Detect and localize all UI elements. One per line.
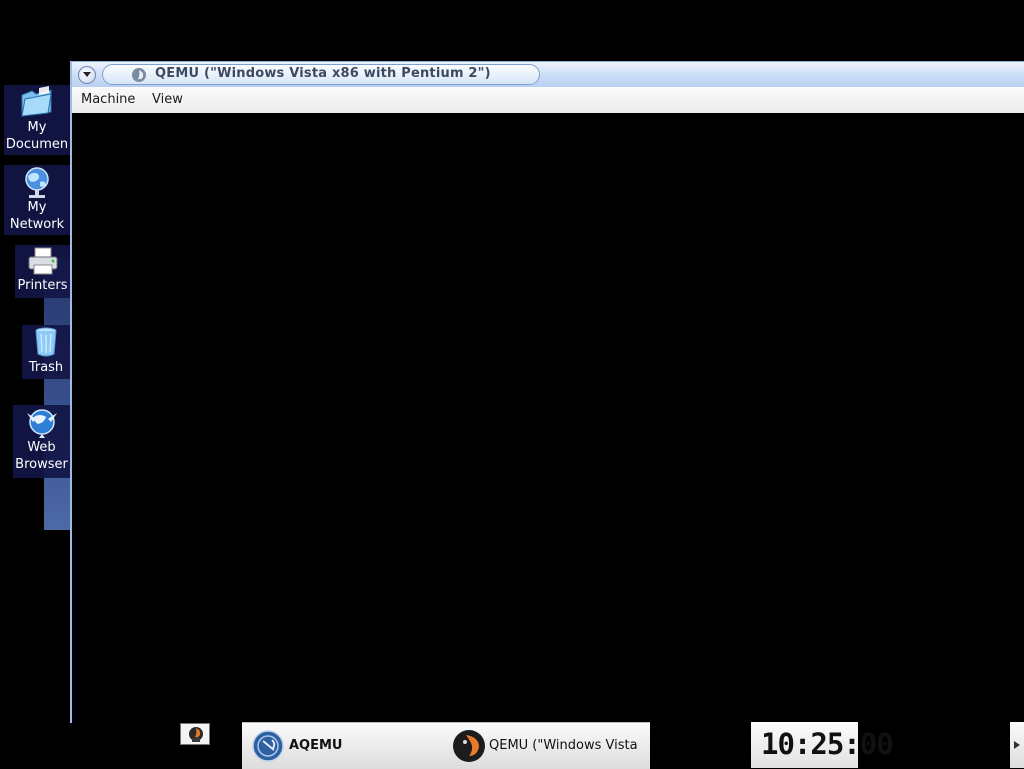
desktop-icon-label: Network: [9, 217, 65, 232]
desktop-wallpaper-strip: [44, 258, 70, 530]
desktop-icon-label: Printers: [17, 278, 68, 293]
window-title: QEMU ("Windows Vista x86 with Pentium 2"…: [155, 66, 491, 81]
desktop-icon-web-browser[interactable]: Web Browser: [13, 405, 70, 478]
aqemu-icon: [252, 730, 284, 762]
desktop-icon-label: Trash: [28, 360, 64, 375]
clock-time: 10:25:00: [761, 727, 894, 761]
chevron-right-icon: [1014, 741, 1020, 749]
desktop-icon-printers[interactable]: Printers: [15, 245, 70, 298]
trash-icon: [35, 327, 57, 357]
desktop-icon-my-documents[interactable]: My Documen: [4, 85, 70, 155]
taskbar-item-aqemu[interactable]: AQEMU: [252, 729, 442, 763]
folder-icon: [21, 86, 52, 117]
network-globe-icon: [25, 167, 49, 198]
desktop-icon-my-network[interactable]: My Network: [4, 165, 70, 235]
vm-display[interactable]: [72, 113, 1024, 723]
taskbar-item-qemu[interactable]: QEMU ("Windows Vista: [452, 729, 648, 763]
qemu-icon: [453, 730, 485, 762]
desktop-icon-label: Browser: [15, 457, 68, 472]
desktop-icon-label: Web: [27, 440, 56, 455]
desktop-icon-label: My: [27, 200, 47, 215]
qemu-icon: [132, 68, 146, 82]
window-menu-button[interactable]: [78, 66, 96, 84]
window-title-pill: QEMU ("Windows Vista x86 with Pentium 2"…: [102, 64, 540, 85]
desktop-icon-label: My: [27, 120, 47, 135]
desktop-icon-label: Documen: [5, 137, 69, 152]
desktop-icon-trash[interactable]: Trash: [22, 325, 70, 379]
qemu-window: QEMU ("Windows Vista x86 with Pentium 2"…: [70, 61, 1024, 723]
web-browser-icon: [26, 409, 57, 438]
qemu-icon: [189, 727, 203, 742]
taskbar: AQEMU QEMU ("Windows Vista: [242, 722, 650, 769]
taskbar-item-label: QEMU ("Windows Vista: [489, 738, 638, 753]
taskbar-item-label: AQEMU: [289, 738, 343, 753]
menu-machine[interactable]: Machine: [81, 92, 135, 107]
clock[interactable]: 10:25:00: [751, 722, 894, 768]
printer-icon: [28, 247, 57, 275]
menu-view[interactable]: View: [152, 92, 183, 107]
window-menubar: Machine View: [72, 87, 1024, 114]
chevron-down-icon: [83, 72, 91, 77]
panel-scroll-right[interactable]: [1010, 722, 1024, 768]
window-titlebar[interactable]: QEMU ("Windows Vista x86 with Pentium 2"…: [72, 61, 1024, 88]
workspace-pager[interactable]: [180, 723, 210, 745]
